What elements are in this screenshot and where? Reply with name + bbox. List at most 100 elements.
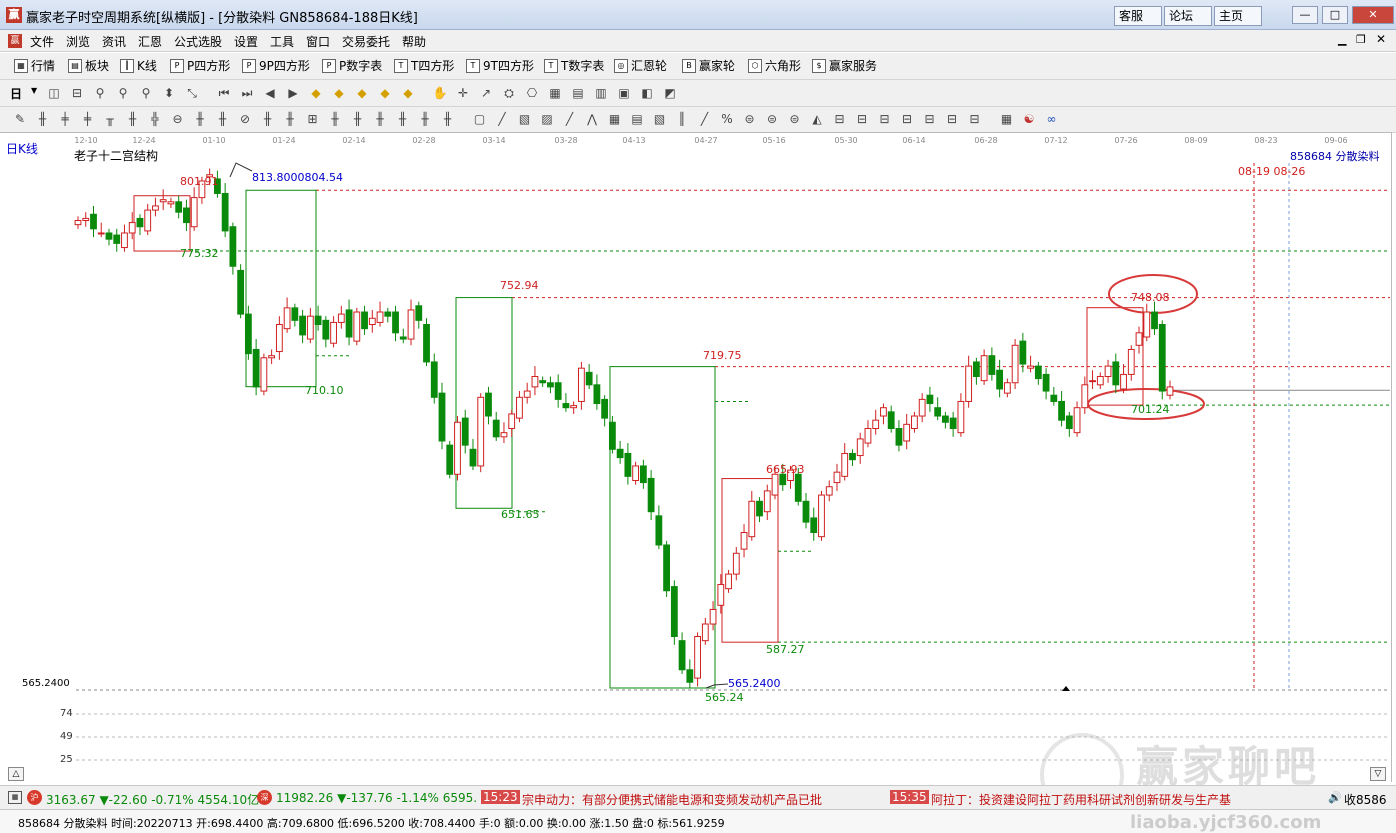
nav-tool-17-icon[interactable]: ✋: [432, 85, 448, 101]
draw-tool-23-icon[interactable]: ▧: [517, 111, 533, 127]
toolbar-dollar-button[interactable]: $ 赢家服务: [812, 57, 882, 74]
draw-tool-29-icon[interactable]: ▧: [652, 111, 668, 127]
nav-tool-18-icon[interactable]: ✛: [455, 85, 471, 101]
nav-tool-8-icon[interactable]: ⏮: [216, 85, 232, 101]
draw-tool-14-icon[interactable]: ⊞: [305, 111, 321, 127]
nav-tool-21-icon[interactable]: ⎔: [524, 85, 540, 101]
draw-tool-44-icon[interactable]: ▦: [999, 111, 1015, 127]
draw-tool-38-icon[interactable]: ⊟: [854, 111, 870, 127]
nav-tool-13-icon[interactable]: ◆: [331, 85, 347, 101]
draw-tool-5-icon[interactable]: ╥: [102, 111, 118, 127]
toolbar-blocks-button[interactable]: ▤ 板块: [68, 57, 116, 74]
draw-tool-42-icon[interactable]: ⊟: [944, 111, 960, 127]
draw-tool-13-icon[interactable]: ╫: [282, 111, 298, 127]
toolbar-ps-button[interactable]: P 9P四方形: [242, 57, 316, 74]
draw-tool-6-icon[interactable]: ╫: [125, 111, 141, 127]
draw-tool-28-icon[interactable]: ▤: [629, 111, 645, 127]
draw-tool-27-icon[interactable]: ▦: [607, 111, 623, 127]
draw-tool-9-icon[interactable]: ╫: [192, 111, 208, 127]
draw-tool-20-icon[interactable]: ╫: [440, 111, 456, 127]
draw-tool-35-icon[interactable]: ⊜: [787, 111, 803, 127]
menu-help[interactable]: 帮助: [402, 33, 426, 50]
nav-tool-19-icon[interactable]: ↗: [478, 85, 494, 101]
mdi-close-icon[interactable]: ✕: [1376, 32, 1386, 46]
draw-tool-10-icon[interactable]: ╫: [215, 111, 231, 127]
kline-chart-panel[interactable]: 12-10 12-24 01-10 01-24 02-14 02-28 03-14 03-28…: [0, 132, 1392, 817]
speaker-icon[interactable]: 🔊: [1328, 791, 1342, 804]
nav-tool-5-icon[interactable]: ⚲: [138, 85, 154, 101]
draw-tool-25-icon[interactable]: ╱: [562, 111, 578, 127]
draw-tool-22-icon[interactable]: ╱: [494, 111, 510, 127]
toolbar-big-button[interactable]: B 赢家轮: [682, 57, 744, 74]
toolbar-ts-button[interactable]: T 9T四方形: [466, 57, 540, 74]
draw-tool-24-icon[interactable]: ▨: [539, 111, 555, 127]
draw-tool-8-icon[interactable]: ⊖: [170, 111, 186, 127]
nav-tool-23-icon[interactable]: ▤: [570, 85, 586, 101]
nav-tool-24-icon[interactable]: ▥: [593, 85, 609, 101]
nav-tool-1-icon[interactable]: ◫: [46, 85, 62, 101]
maximize-button[interactable]: □: [1322, 6, 1348, 24]
draw-tool-41-icon[interactable]: ⊟: [922, 111, 938, 127]
draw-tool-26-icon[interactable]: ⋀: [584, 111, 600, 127]
nav-tool-22-icon[interactable]: ▦: [547, 85, 563, 101]
grid-icon[interactable]: ▦: [8, 791, 22, 804]
draw-tool-31-icon[interactable]: ╱: [697, 111, 713, 127]
draw-tool-15-icon[interactable]: ╫: [327, 111, 343, 127]
nav-tool-20-icon[interactable]: ⛭: [501, 85, 517, 101]
menu-formula[interactable]: 公式选股: [174, 33, 222, 50]
draw-tool-37-icon[interactable]: ⊟: [832, 111, 848, 127]
draw-tool-36-icon[interactable]: ◭: [809, 111, 825, 127]
draw-tool-11-icon[interactable]: ⊘: [237, 111, 253, 127]
draw-tool-16-icon[interactable]: ╫: [350, 111, 366, 127]
nav-tool-15-icon[interactable]: ◆: [377, 85, 393, 101]
toolbar-wheel-button[interactable]: ◎ 汇恩轮: [614, 57, 678, 74]
toolbar-hex-button[interactable]: ⬡ 六角形: [748, 57, 808, 74]
nav-tool-12-icon[interactable]: ◆: [308, 85, 324, 101]
draw-tool-30-icon[interactable]: ║: [674, 111, 690, 127]
menu-tools[interactable]: 工具: [270, 33, 294, 50]
draw-tool-19-icon[interactable]: ╫: [417, 111, 433, 127]
draw-tool-12-icon[interactable]: ╫: [260, 111, 276, 127]
period-selector[interactable]: 日: [10, 85, 22, 102]
link-home[interactable]: 主页: [1214, 6, 1262, 26]
toolbar-grid-button[interactable]: ▦ 行情: [14, 57, 64, 74]
toolbar-ps-button[interactable]: P P四方形: [170, 57, 236, 74]
news-ticker-2[interactable]: 阿拉丁：投资建设阿拉丁药用科研试剂创新研发与生产基: [931, 791, 1293, 808]
mdi-restore-icon[interactable]: ❐: [1356, 33, 1366, 46]
nav-tool-10-icon[interactable]: ◀: [262, 85, 278, 101]
mdi-minimize-icon[interactable]: ▁: [1338, 33, 1346, 46]
nav-tool-27-icon[interactable]: ◩: [662, 85, 678, 101]
link-service[interactable]: 客服: [1114, 6, 1162, 26]
nav-tool-14-icon[interactable]: ◆: [354, 85, 370, 101]
draw-tool-2-icon[interactable]: ╫: [35, 111, 51, 127]
nav-tool-25-icon[interactable]: ▣: [616, 85, 632, 101]
menu-window[interactable]: 窗口: [306, 33, 330, 50]
draw-tool-4-icon[interactable]: ╪: [80, 111, 96, 127]
toolbar-tn-button[interactable]: T T数字表: [544, 57, 610, 74]
toolbar-candle-button[interactable]: ┃ K线: [120, 57, 166, 74]
draw-tool-46-icon[interactable]: ∞: [1044, 111, 1060, 127]
draw-tool-43-icon[interactable]: ⊟: [967, 111, 983, 127]
link-forum[interactable]: 论坛: [1164, 6, 1212, 26]
draw-tool-7-icon[interactable]: ╬: [147, 111, 163, 127]
nav-tool-2-icon[interactable]: ⊟: [69, 85, 85, 101]
expand-up-icon[interactable]: △: [8, 767, 24, 781]
expand-right-icon[interactable]: ▽: [1370, 767, 1386, 781]
menu-trade[interactable]: 交易委托: [342, 33, 390, 50]
draw-tool-39-icon[interactable]: ⊟: [877, 111, 893, 127]
toolbar-pn-button[interactable]: P P数字表: [322, 57, 388, 74]
nav-tool-9-icon[interactable]: ⏭: [239, 85, 255, 101]
nav-tool-4-icon[interactable]: ⚲: [115, 85, 131, 101]
draw-tool-34-icon[interactable]: ⊜: [764, 111, 780, 127]
nav-tool-6-icon[interactable]: ⬍: [161, 85, 177, 101]
menu-settings[interactable]: 设置: [234, 33, 258, 50]
draw-tool-17-icon[interactable]: ╫: [372, 111, 388, 127]
close-button[interactable]: ✕: [1352, 6, 1394, 24]
nav-tool-3-icon[interactable]: ⚲: [92, 85, 108, 101]
draw-tool-3-icon[interactable]: ╪: [57, 111, 73, 127]
draw-tool-45-icon[interactable]: ☯: [1021, 111, 1037, 127]
draw-tool-21-icon[interactable]: ▢: [472, 111, 488, 127]
nav-tool-7-icon[interactable]: ⤡: [184, 85, 200, 101]
kline-chart[interactable]: 12-10 12-24 01-10 01-24 02-14 02-28 03-14 03-28…: [0, 133, 1392, 783]
menu-file[interactable]: 文件: [30, 33, 54, 50]
